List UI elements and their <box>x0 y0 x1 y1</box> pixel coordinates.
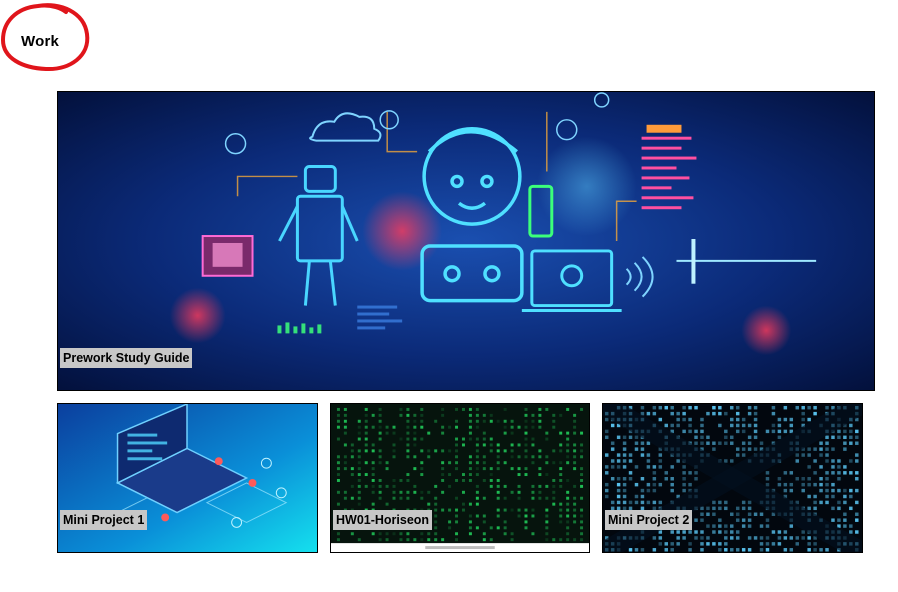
project-label: Prework Study Guide <box>60 348 193 368</box>
project-label: Mini Project 1 <box>60 510 148 530</box>
work-section-heading: Work <box>0 0 92 74</box>
section-title: Work <box>21 33 60 50</box>
robot-and-child-tech-image <box>58 92 874 390</box>
project-card-mini-project-2[interactable]: Mini Project 2 <box>602 403 863 553</box>
project-card-prework-study-guide[interactable]: Prework Study Guide <box>57 91 875 391</box>
project-card-mini-project-1[interactable]: Mini Project 1 <box>57 403 318 553</box>
project-label: HW01-Horiseon <box>333 510 433 530</box>
work-page: Work Prework Study Guide Mini Project 1 … <box>0 0 898 592</box>
project-label: Mini Project 2 <box>605 510 693 530</box>
project-card-hw01-horiseon[interactable]: HW01-Horiseon <box>330 403 590 553</box>
